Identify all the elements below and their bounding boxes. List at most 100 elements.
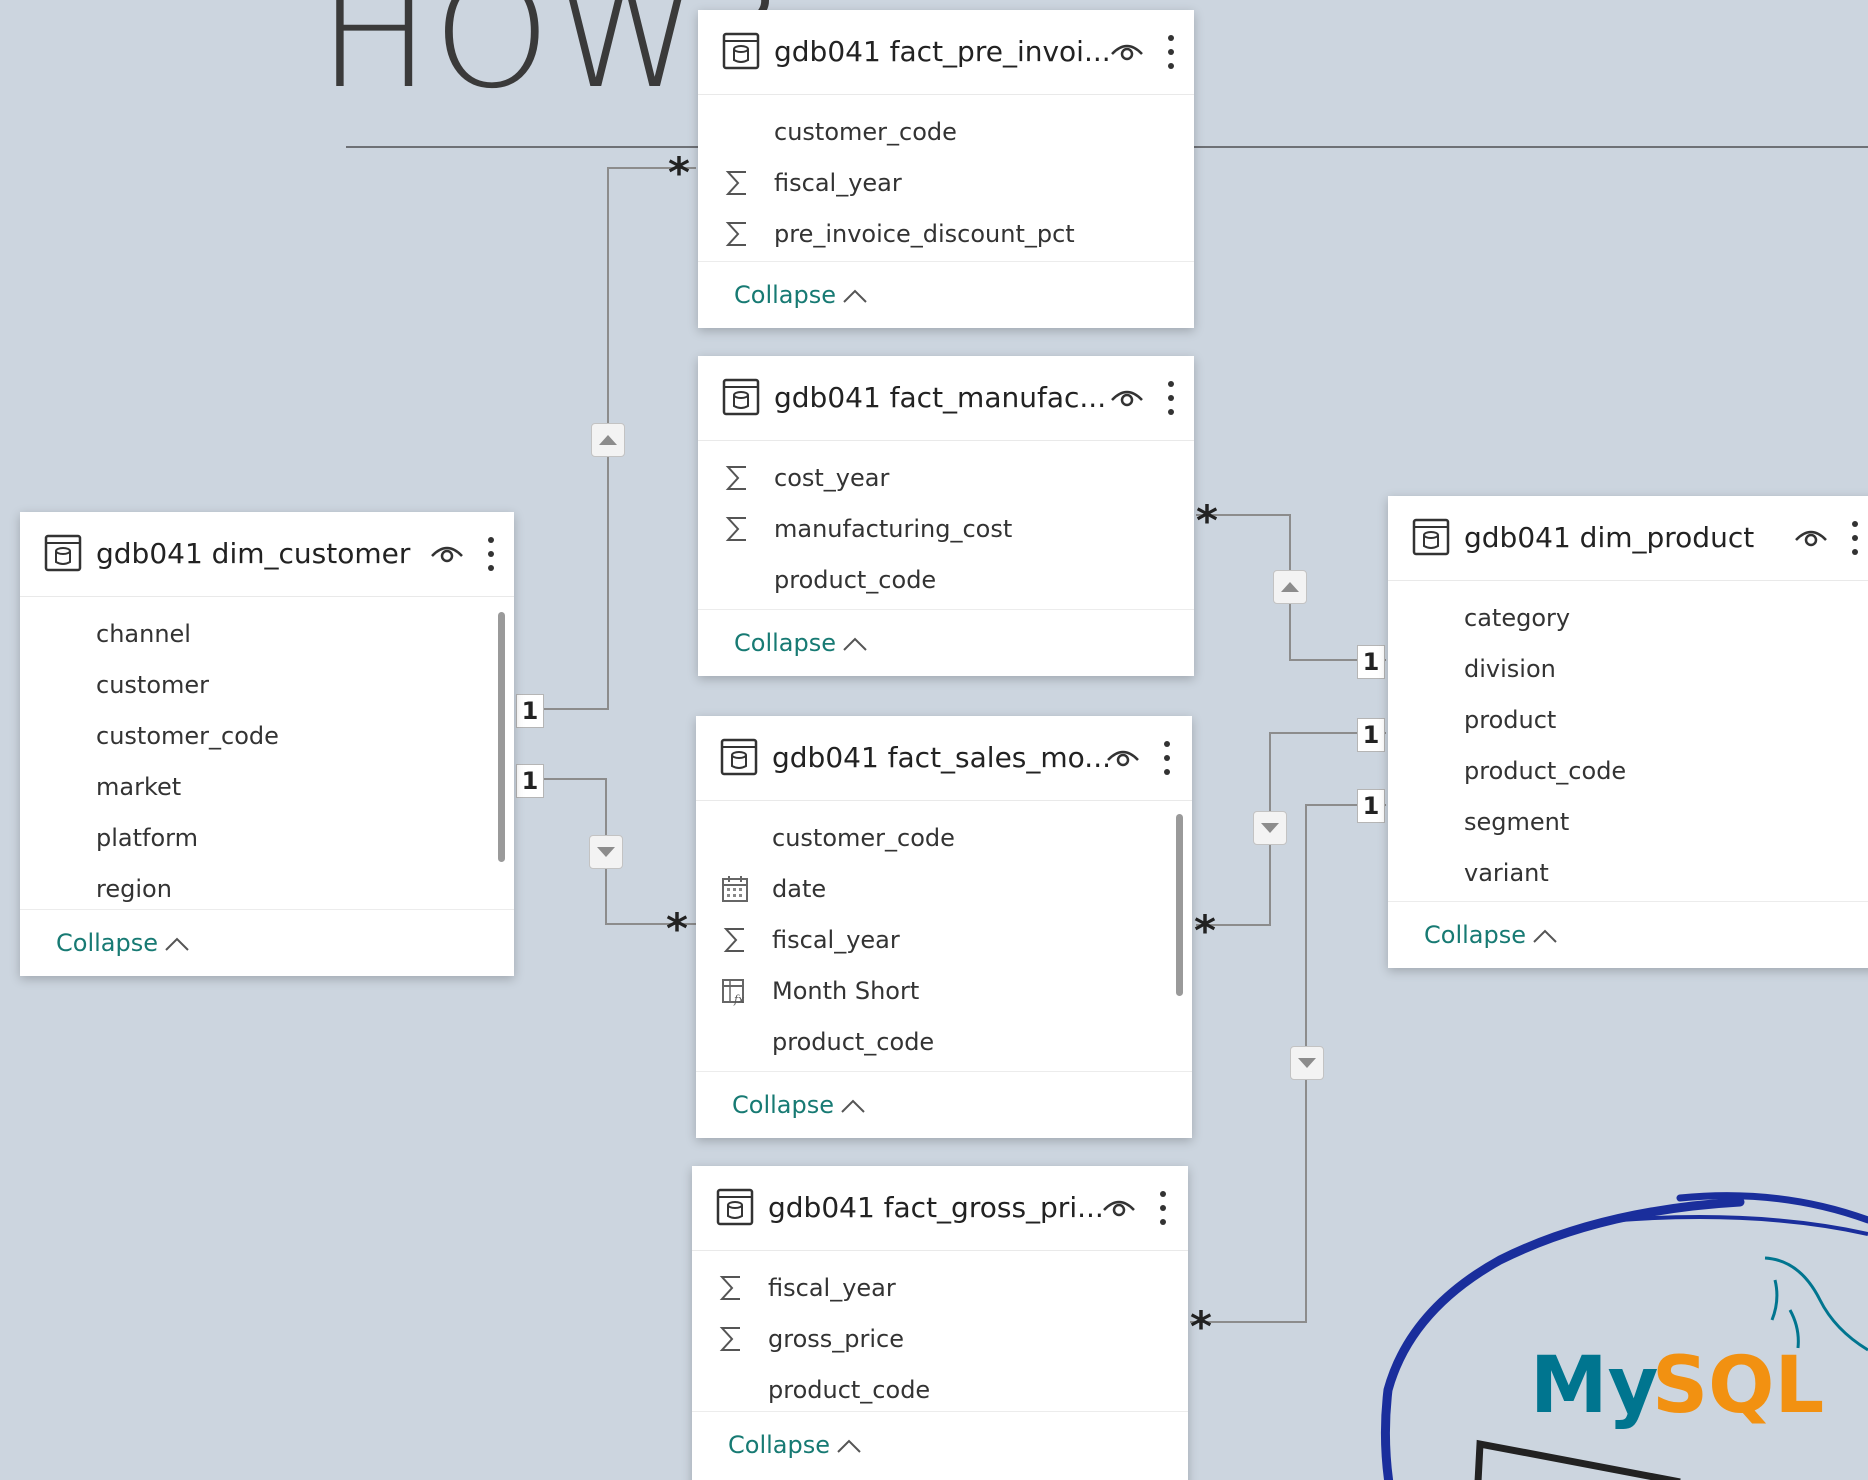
more-options-icon[interactable]: [1164, 376, 1178, 420]
more-options-icon[interactable]: [1160, 736, 1174, 780]
field-name: category: [1464, 604, 1571, 632]
eye-icon[interactable]: [1110, 38, 1144, 66]
eye-icon[interactable]: [1102, 1194, 1136, 1222]
collapse-button[interactable]: Collapse: [56, 910, 190, 976]
field-item[interactable]: variant: [1388, 848, 1868, 899]
more-options-icon[interactable]: [1156, 1186, 1170, 1230]
field-item[interactable]: product_code: [698, 555, 1194, 606]
field-list: cost_year manufacturing_cost product_cod…: [698, 441, 1194, 606]
sigma-icon: [725, 517, 746, 541]
field-item[interactable]: pre_invoice_discount_pct: [698, 209, 1194, 260]
collapse-label: Collapse: [1424, 921, 1526, 949]
table-card-footer: Collapse: [698, 261, 1194, 328]
field-name: product_code: [1464, 757, 1627, 785]
table-title: gdb041 dim_customer: [96, 537, 411, 570]
collapse-button[interactable]: Collapse: [728, 1412, 862, 1478]
logo-text-my: My: [1530, 1341, 1658, 1431]
filter-direction-down-icon[interactable]: [1290, 1046, 1324, 1080]
eye-icon[interactable]: [1110, 384, 1144, 412]
eye-icon[interactable]: [1794, 524, 1828, 552]
table-icon: [44, 534, 82, 572]
collapse-label: Collapse: [732, 1091, 834, 1119]
field-item[interactable]: region: [20, 864, 514, 915]
table-card-footer: Collapse: [698, 609, 1194, 676]
table-card-header: gdb041 dim_product: [1388, 496, 1868, 581]
table-icon: [1412, 518, 1450, 556]
table-card-footer: Collapse: [692, 1411, 1188, 1478]
mysql-logo: My SQL: [1380, 1192, 1868, 1480]
chevron-up-icon: [843, 289, 867, 303]
table-card-fact-manufacturing[interactable]: gdb041 fact_manufac... cost_year manufac…: [698, 356, 1194, 676]
collapse-button[interactable]: Collapse: [732, 1072, 866, 1138]
field-item[interactable]: customer_code: [698, 107, 1194, 158]
collapse-label: Collapse: [56, 929, 158, 957]
field-item[interactable]: fx Month Short: [696, 966, 1192, 1017]
table-card-fact-sales-monthly[interactable]: gdb041 fact_sales_mo... customer_code da…: [696, 716, 1192, 1138]
cardinality-one-label: 1: [1357, 645, 1385, 679]
field-name: date: [772, 875, 827, 903]
field-item[interactable]: division: [1388, 644, 1868, 695]
field-item[interactable]: fiscal_year: [692, 1263, 1188, 1314]
table-card-header: gdb041 fact_sales_mo...: [696, 716, 1192, 801]
field-name: customer_code: [772, 824, 955, 852]
table-title: gdb041 fact_pre_invoi...: [774, 35, 1111, 68]
filter-direction-up-icon[interactable]: [591, 423, 625, 457]
table-icon: [720, 738, 758, 776]
cardinality-one-label: 1: [516, 764, 544, 798]
table-card-header: gdb041 fact_manufac...: [698, 356, 1194, 441]
chevron-up-icon: [165, 937, 189, 951]
collapse-label: Collapse: [728, 1431, 830, 1459]
field-item[interactable]: platform: [20, 813, 514, 864]
field-item[interactable]: customer: [20, 660, 514, 711]
collapse-button[interactable]: Collapse: [1424, 902, 1558, 968]
cardinality-many-label: *: [1196, 496, 1218, 545]
table-card-footer: Collapse: [20, 909, 514, 976]
field-item[interactable]: gross_price: [692, 1314, 1188, 1365]
svg-text:fx: fx: [733, 993, 745, 1006]
field-item[interactable]: product_code: [692, 1365, 1188, 1416]
cardinality-one-label: 1: [1357, 789, 1385, 823]
table-card-dim-product[interactable]: gdb041 dim_product category division pro…: [1388, 496, 1868, 968]
table-icon: [722, 378, 760, 416]
field-item[interactable]: customer_code: [20, 711, 514, 762]
field-item[interactable]: market: [20, 762, 514, 813]
collapse-button[interactable]: Collapse: [734, 262, 868, 328]
chevron-up-icon: [843, 637, 867, 651]
field-item[interactable]: product_code: [1388, 746, 1868, 797]
table-card-fact-gross-price[interactable]: gdb041 fact_gross_pri... fiscal_year gro…: [692, 1166, 1188, 1480]
table-icon: [722, 32, 760, 70]
field-name: fiscal_year: [774, 169, 902, 197]
collapse-button[interactable]: Collapse: [734, 610, 868, 676]
filter-direction-down-icon[interactable]: [589, 835, 623, 869]
field-item[interactable]: segment: [1388, 797, 1868, 848]
more-options-icon[interactable]: [484, 532, 498, 576]
table-card-fact-pre-invoice[interactable]: gdb041 fact_pre_invoi... customer_code f…: [698, 10, 1194, 328]
field-item[interactable]: fiscal_year: [696, 915, 1192, 966]
model-view-canvas: HOW? 1 1 1 1 1 * * * * * gdb041 fact_pre…: [0, 0, 1868, 1480]
eye-icon[interactable]: [1106, 744, 1140, 772]
field-list: customer_code date fiscal_year fx Month …: [696, 801, 1192, 1068]
more-options-icon[interactable]: [1164, 30, 1178, 74]
table-card-dim-customer[interactable]: gdb041 dim_customer channel customer cus…: [20, 512, 514, 976]
eye-icon[interactable]: [430, 540, 464, 568]
logo-text-sql: SQL: [1652, 1341, 1824, 1431]
field-item[interactable]: manufacturing_cost: [698, 504, 1194, 555]
field-item[interactable]: channel: [20, 609, 514, 660]
field-name: customer_code: [96, 722, 279, 750]
field-name: gross_price: [768, 1325, 904, 1353]
field-item[interactable]: customer_code: [696, 813, 1192, 864]
filter-direction-up-icon[interactable]: [1273, 570, 1307, 604]
more-options-icon[interactable]: [1848, 516, 1862, 560]
field-name: channel: [96, 620, 191, 648]
field-name: market: [96, 773, 182, 801]
field-item[interactable]: fiscal_year: [698, 158, 1194, 209]
calendar-icon: [722, 876, 748, 902]
filter-direction-down-icon[interactable]: [1253, 811, 1287, 845]
field-item[interactable]: date: [696, 864, 1192, 915]
field-list: channel customer customer_code market pl…: [20, 597, 514, 915]
field-item[interactable]: product: [1388, 695, 1868, 746]
relationship-grossprice-product: [1190, 804, 1386, 1323]
field-item[interactable]: cost_year: [698, 453, 1194, 504]
field-item[interactable]: product_code: [696, 1017, 1192, 1068]
field-item[interactable]: category: [1388, 593, 1868, 644]
